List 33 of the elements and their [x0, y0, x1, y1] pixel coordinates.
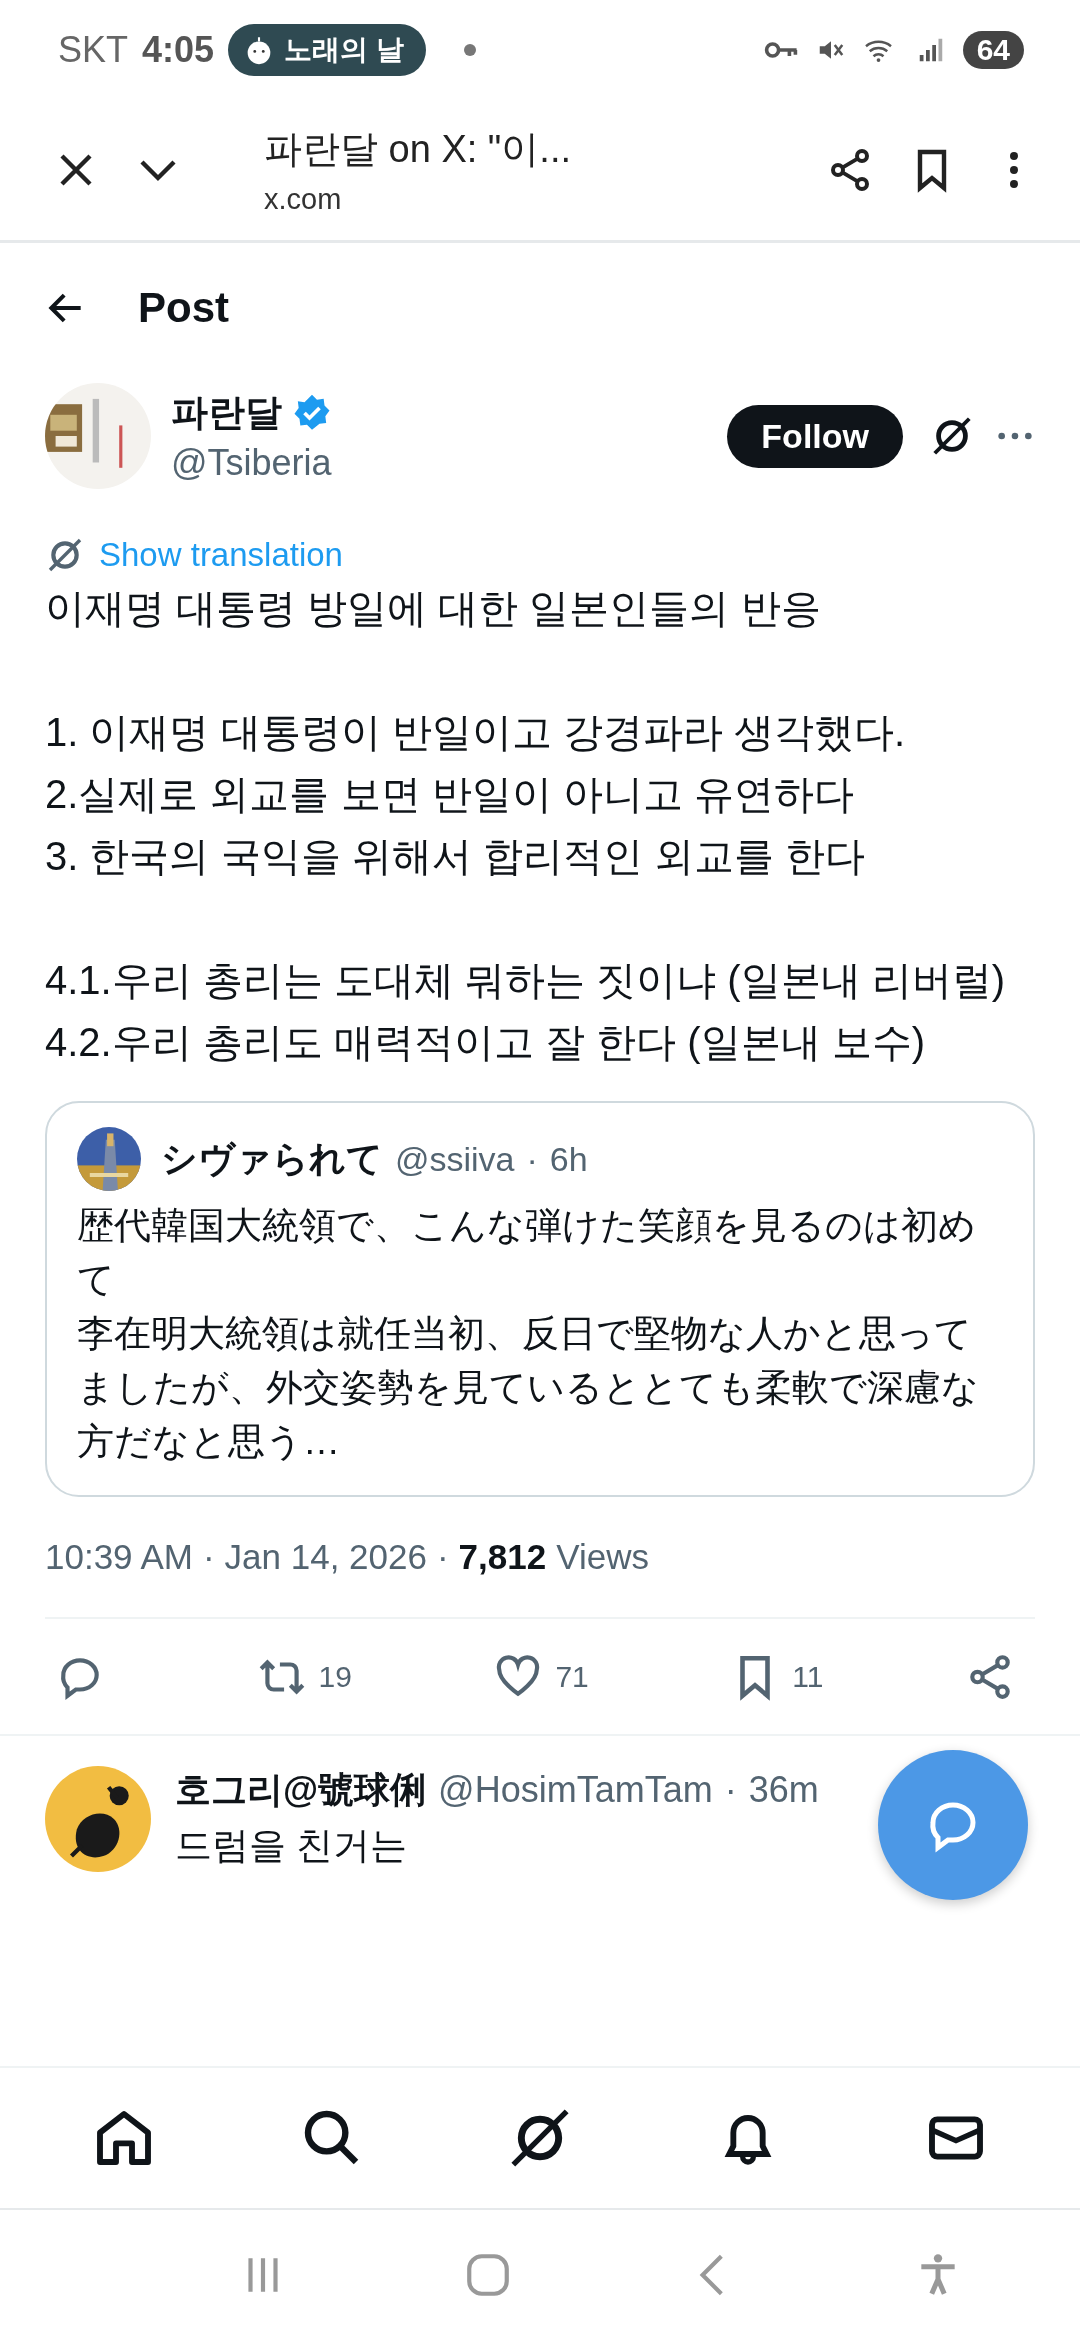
separator-dot: · — [526, 1139, 538, 1179]
author-handle[interactable]: @Tsiberia — [171, 442, 708, 484]
quoted-author-handle: @ssiiva — [395, 1139, 515, 1179]
battery-indicator: 64 — [962, 31, 1024, 69]
action-count: 71 — [555, 1659, 589, 1694]
status-time: 4:05 — [142, 29, 215, 71]
post-time: 10:39 AM — [45, 1537, 193, 1577]
follow-button[interactable]: Follow — [727, 404, 903, 468]
quoted-post-time: 6h — [549, 1139, 588, 1179]
author-name[interactable]: 파란달 — [171, 388, 282, 438]
quoted-post-text: 歴代韓国大統領で、こんな弾けた笑顔を見るのは初めて — [77, 1204, 977, 1302]
reply-time: 36m — [748, 1769, 819, 1811]
reply-text: 드럼을 친거는 — [175, 1824, 409, 1868]
separator-dot: · — [202, 1537, 215, 1577]
post-date: Jan 14, 2026 — [224, 1537, 427, 1577]
quoted-author-name: シヴァられて — [161, 1136, 383, 1181]
page-url: x.com — [264, 183, 343, 216]
separator-dot: · — [724, 1769, 737, 1811]
header-title: Post — [138, 284, 229, 332]
view-count: 7,812 — [458, 1537, 547, 1577]
quoted-post-card[interactable]: シヴァられて @ssiiva · 6h 歴代韓国大統領で、こんな弾けた笑顔を見るのは初めて 李在明大統領は就任当初、反日で堅物な人かと思ってましたが、外交姿勢を見ているととても柔軟で深慮な方だなと思う… — [45, 1101, 1035, 1497]
notification-dot-icon — [463, 44, 476, 56]
action-count: 11 — [792, 1659, 824, 1694]
page-title: 파란달 on X: "이... — [264, 127, 572, 172]
quoted-post-text: 李在明大統領は就任当初、反日で堅物な人かと思ってましたが、外交姿勢を見ているととても柔軟で深慮な方だなと思う… — [77, 1312, 980, 1464]
carrier-name: SKT — [58, 29, 128, 71]
reply-author-name[interactable]: 호그리@號球俐 — [175, 1766, 427, 1815]
notification-chip: 노래의 날 — [228, 24, 426, 76]
separator-dot: · — [436, 1537, 449, 1577]
views-label: Views — [556, 1537, 649, 1577]
action-count: 19 — [318, 1659, 352, 1694]
post-text: 이재명 대통령 방일에 대한 일본인들의 반응 1. 이재명 대통령이 반일이고 강경파라 생각했다. 2.실제로 외교를 보면 반일이 아니고 유연하다 3. 한국의 국익을 위해서 합리적인 외교를 한다 4.1.우리 총리는 도대체 뭐하는 짓이냐 (일본내 리버럴) 4.2.우리 총리도 매력적이고 잘 한다 (일본내 보수) — [45, 585, 1007, 1066]
reply-author-handle[interactable]: @HosimTamTam — [438, 1769, 713, 1811]
